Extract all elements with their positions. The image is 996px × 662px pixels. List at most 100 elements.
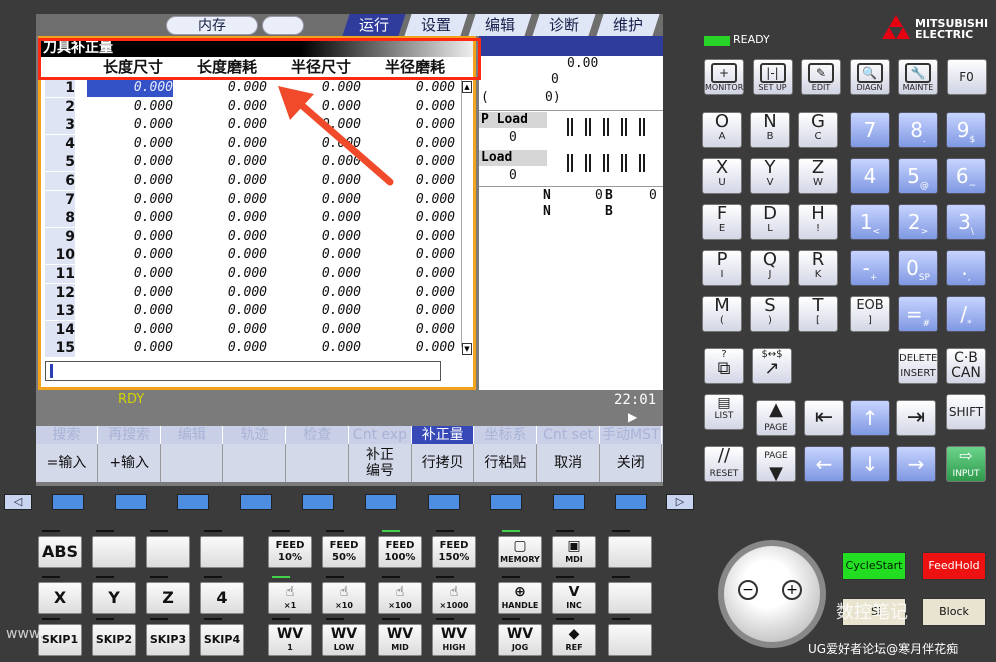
offset-cell[interactable]: 0.000 bbox=[275, 339, 361, 357]
alpha-key-f[interactable]: FE bbox=[702, 204, 742, 240]
alpha-key-g[interactable]: GC bbox=[798, 112, 838, 148]
machine-key-1-2[interactable]: Z bbox=[146, 582, 190, 614]
softkey-9[interactable]: 关闭 bbox=[600, 444, 663, 482]
machine-key-1-10[interactable] bbox=[608, 582, 652, 614]
alpha-key-n[interactable]: NB bbox=[750, 112, 790, 148]
machine-key-0-7[interactable]: FEED 150% bbox=[432, 536, 476, 568]
offset-cell[interactable]: 0.000 bbox=[181, 265, 267, 283]
softkey-button[interactable] bbox=[114, 494, 147, 510]
alpha-key-s[interactable]: S) bbox=[750, 296, 790, 332]
machine-key-2-8[interactable]: WV JOG bbox=[498, 624, 542, 656]
zoom-key-icon[interactable]: $↔$ ↗ bbox=[752, 348, 792, 384]
offset-cell[interactable]: 0.000 bbox=[275, 228, 361, 246]
tab-maintain[interactable]: 维护 bbox=[596, 14, 660, 36]
softkey-5[interactable]: 补正 编号 bbox=[350, 444, 412, 482]
menu-9[interactable]: 手动MST bbox=[600, 426, 663, 444]
menu-1[interactable]: 再搜索 bbox=[99, 426, 161, 444]
softkey-0[interactable]: =输入 bbox=[36, 444, 98, 482]
offset-cell[interactable]: 0.000 bbox=[275, 302, 361, 320]
offset-cell[interactable]: 0.000 bbox=[181, 339, 267, 357]
offset-cell[interactable]: 0.000 bbox=[369, 191, 455, 209]
softkey-prev-icon[interactable]: ◁ bbox=[4, 494, 32, 510]
offset-cell[interactable]: 0.000 bbox=[87, 98, 173, 116]
num-key[interactable]: 4 bbox=[850, 158, 890, 194]
num-key[interactable]: -+ bbox=[850, 250, 890, 286]
alpha-key-z[interactable]: ZW bbox=[798, 158, 838, 194]
num-key[interactable]: 1< bbox=[850, 204, 890, 240]
machine-key-0-5[interactable]: FEED 50% bbox=[322, 536, 366, 568]
softkey-button[interactable] bbox=[239, 494, 272, 510]
offset-cell[interactable]: 0.000 bbox=[87, 302, 173, 320]
tab-diagnose[interactable]: 诊断 bbox=[532, 14, 596, 36]
next-page-icon[interactable]: ▶ bbox=[628, 410, 637, 424]
machine-key-1-4[interactable]: ☝ ×1 bbox=[268, 582, 312, 614]
home-arrow-icon[interactable]: ⇤ bbox=[804, 400, 844, 436]
machine-key-0-3[interactable] bbox=[200, 536, 244, 568]
machine-key-1-9[interactable]: ⴸ INC bbox=[552, 582, 596, 614]
input-key[interactable]: ⇨ INPUT bbox=[946, 446, 986, 482]
machine-key-0-0[interactable]: ABS bbox=[38, 536, 82, 568]
alpha-key-t[interactable]: T[ bbox=[798, 296, 838, 332]
machine-key-2-5[interactable]: WV LOW bbox=[322, 624, 366, 656]
machine-key-2-9[interactable]: ◆ REF bbox=[552, 624, 596, 656]
num-key[interactable]: 8. bbox=[898, 112, 938, 148]
machine-key-0-10[interactable] bbox=[608, 536, 652, 568]
page-up-key[interactable]: ▲ PAGE bbox=[756, 400, 796, 436]
machine-key-0-6[interactable]: FEED 100% bbox=[378, 536, 422, 568]
num-key[interactable]: 2> bbox=[898, 204, 938, 240]
num-key[interactable]: 5@ bbox=[898, 158, 938, 194]
softkey-button[interactable] bbox=[427, 494, 460, 510]
softkey-button[interactable] bbox=[615, 494, 648, 510]
offset-cell[interactable]: 0.000 bbox=[181, 209, 267, 227]
cancel-key[interactable]: C·B CAN bbox=[946, 348, 986, 384]
machine-key-2-2[interactable]: SKIP3 bbox=[146, 624, 190, 656]
softkey-7[interactable]: 行粘贴 bbox=[475, 444, 537, 482]
num-key[interactable]: 6~ bbox=[946, 158, 986, 194]
softkey-3[interactable] bbox=[224, 444, 287, 482]
tab-edit[interactable]: 编辑 bbox=[468, 14, 532, 36]
num-key[interactable]: EOB] bbox=[850, 296, 890, 332]
tab-blank[interactable] bbox=[262, 16, 304, 35]
machine-key-0-8[interactable]: ▢ MEMORY bbox=[498, 536, 542, 568]
menu-5[interactable]: Cnt exp bbox=[350, 426, 412, 444]
offset-cell[interactable]: 0.000 bbox=[275, 284, 361, 302]
offset-cell[interactable]: 0.000 bbox=[369, 302, 455, 320]
menu-8[interactable]: Cnt set bbox=[538, 426, 600, 444]
num-key[interactable]: ., bbox=[946, 250, 986, 286]
machine-key-2-1[interactable]: SKIP2 bbox=[92, 624, 136, 656]
num-key[interactable]: 3\ bbox=[946, 204, 986, 240]
alpha-key-x[interactable]: XU bbox=[702, 158, 742, 194]
offset-cell[interactable]: 0.000 bbox=[369, 246, 455, 264]
offset-cell[interactable]: 0.000 bbox=[87, 172, 173, 190]
alpha-key-o[interactable]: OA bbox=[702, 112, 742, 148]
alpha-key-q[interactable]: QJ bbox=[750, 250, 790, 286]
feed-hold-button[interactable]: FeedHold bbox=[922, 552, 986, 580]
block-button[interactable]: Block bbox=[922, 598, 986, 626]
offset-cell[interactable]: 0.000 bbox=[181, 191, 267, 209]
offset-cell[interactable]: 0.000 bbox=[181, 172, 267, 190]
machine-key-0-2[interactable] bbox=[146, 536, 190, 568]
fn-key-mainte[interactable]: 🔧 MAINTE bbox=[898, 59, 938, 95]
offset-cell[interactable]: 0.000 bbox=[275, 191, 361, 209]
handwheel[interactable]: − + bbox=[718, 540, 826, 648]
num-key[interactable]: 7 bbox=[850, 112, 890, 148]
offset-cell[interactable]: 0.000 bbox=[87, 209, 173, 227]
softkey-button[interactable] bbox=[177, 494, 210, 510]
machine-key-1-6[interactable]: ☝ ×100 bbox=[378, 582, 422, 614]
reset-key[interactable]: //RESET bbox=[704, 446, 744, 482]
menu-2[interactable]: 编辑 bbox=[161, 426, 224, 444]
machine-key-1-3[interactable]: 4 bbox=[200, 582, 244, 614]
machine-key-2-4[interactable]: WV 1 bbox=[268, 624, 312, 656]
softkey-button[interactable] bbox=[490, 494, 523, 510]
offset-cell[interactable]: 0.000 bbox=[275, 265, 361, 283]
offset-cell[interactable]: 0.000 bbox=[87, 191, 173, 209]
offset-cell[interactable]: 0.000 bbox=[369, 339, 455, 357]
delete-insert-key[interactable]: DELETE INSERT bbox=[898, 348, 938, 384]
num-key[interactable]: 9$ bbox=[946, 112, 986, 148]
machine-key-2-7[interactable]: WV HIGH bbox=[432, 624, 476, 656]
softkey-8[interactable]: 取消 bbox=[538, 444, 600, 482]
alpha-key-r[interactable]: RK bbox=[798, 250, 838, 286]
offset-cell[interactable]: 0.000 bbox=[181, 153, 267, 171]
machine-key-0-9[interactable]: ▣ MDI bbox=[552, 536, 596, 568]
offset-cell[interactable]: 0.000 bbox=[181, 135, 267, 153]
